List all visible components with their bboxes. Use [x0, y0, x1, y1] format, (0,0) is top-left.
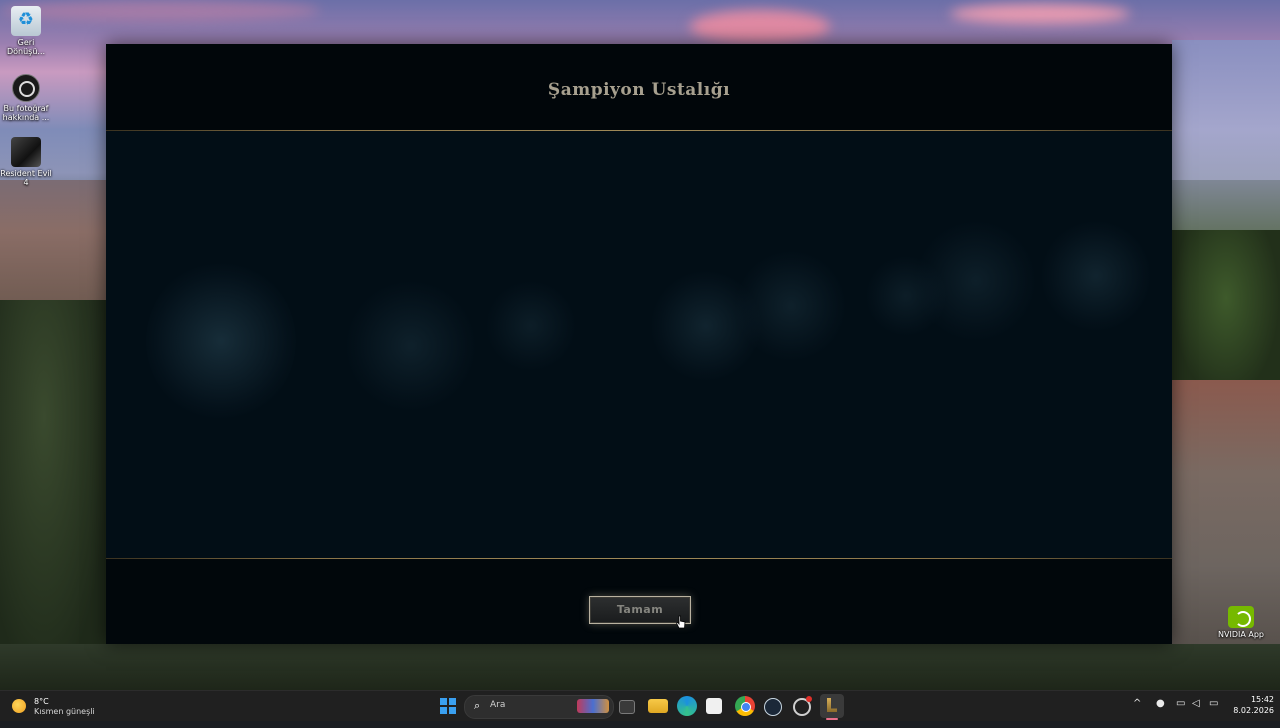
weather-condition: Kısmen güneşli — [34, 707, 95, 716]
file-explorer-icon[interactable] — [648, 699, 668, 713]
hand-cursor-icon — [676, 615, 686, 629]
system-clock[interactable]: 15:42 8.02.2026 — [1232, 694, 1274, 716]
photo-info-icon — [12, 74, 40, 102]
notification-badge — [806, 696, 812, 702]
dialog-footer: Tamam — [106, 559, 1172, 644]
clock-time: 15:42 — [1250, 695, 1274, 704]
start-button[interactable] — [440, 698, 456, 714]
chevron-up-icon[interactable]: ^ — [1133, 698, 1141, 728]
edge-browser-icon[interactable] — [677, 696, 697, 716]
desktop-icon-recycle-bin[interactable]: Geri Dönüşü... — [0, 6, 52, 56]
desktop-icon-nvidia-app[interactable]: NVIDIA App — [1215, 606, 1267, 639]
taskbar-search[interactable]: ⌕ Ara — [464, 695, 614, 719]
weather-widget[interactable]: 8°C Kısmen güneşli — [10, 695, 120, 717]
bokeh-light — [486, 281, 576, 371]
bokeh-light — [146, 261, 296, 421]
partly-sunny-icon — [12, 699, 26, 713]
bokeh-light — [736, 251, 846, 361]
microphone-icon[interactable]: ● — [1156, 698, 1165, 728]
bokeh-light — [1041, 221, 1151, 331]
microsoft-store-icon[interactable] — [706, 698, 722, 714]
recycle-bin-icon — [11, 6, 41, 36]
task-view-icon[interactable] — [619, 700, 635, 714]
desktop-icon-label: Resident Evil 4 — [0, 169, 52, 187]
desktop-icon-label: Bu fotoğraf hakkında ... — [2, 104, 50, 122]
search-icon: ⌕ — [474, 699, 481, 712]
search-placeholder: Ara — [490, 700, 506, 710]
game-dialog-window: Şampiyon Ustalığı Tamam — [106, 44, 1172, 644]
dialog-title: Şampiyon Ustalığı — [547, 80, 731, 100]
desktop-icon-about-photo[interactable]: Bu fotoğraf hakkında ... — [0, 74, 52, 122]
chrome-icon[interactable] — [735, 696, 755, 716]
volume-icon[interactable]: ◁ — [1192, 698, 1200, 728]
desktop-icon-label: NVIDIA App — [1218, 630, 1264, 639]
battery-icon[interactable]: ▭ — [1209, 698, 1218, 728]
desktop-icon-resident-evil-4[interactable]: Resident Evil 4 — [0, 137, 52, 187]
bokeh-light — [916, 221, 1036, 341]
league-of-legends-icon[interactable] — [820, 694, 844, 718]
taskbar: 8°C Kısmen güneşli ⌕ Ara ^ ● ▭ ◁ ▭ 15:42… — [0, 690, 1280, 721]
dialog-content-area — [106, 131, 1172, 558]
bokeh-light — [346, 281, 476, 411]
steam-icon[interactable] — [764, 698, 782, 716]
dialog-header: Şampiyon Ustalığı — [106, 44, 1172, 130]
resident-evil-4-icon — [11, 137, 41, 167]
network-icon[interactable]: ▭ — [1176, 698, 1185, 728]
nvidia-icon — [1228, 606, 1254, 628]
search-highlight-image — [577, 699, 609, 713]
weather-temperature: 8°C — [34, 697, 49, 706]
desktop-icon-label: Geri Dönüşü... — [6, 38, 46, 56]
clock-date: 8.02.2026 — [1233, 706, 1274, 715]
